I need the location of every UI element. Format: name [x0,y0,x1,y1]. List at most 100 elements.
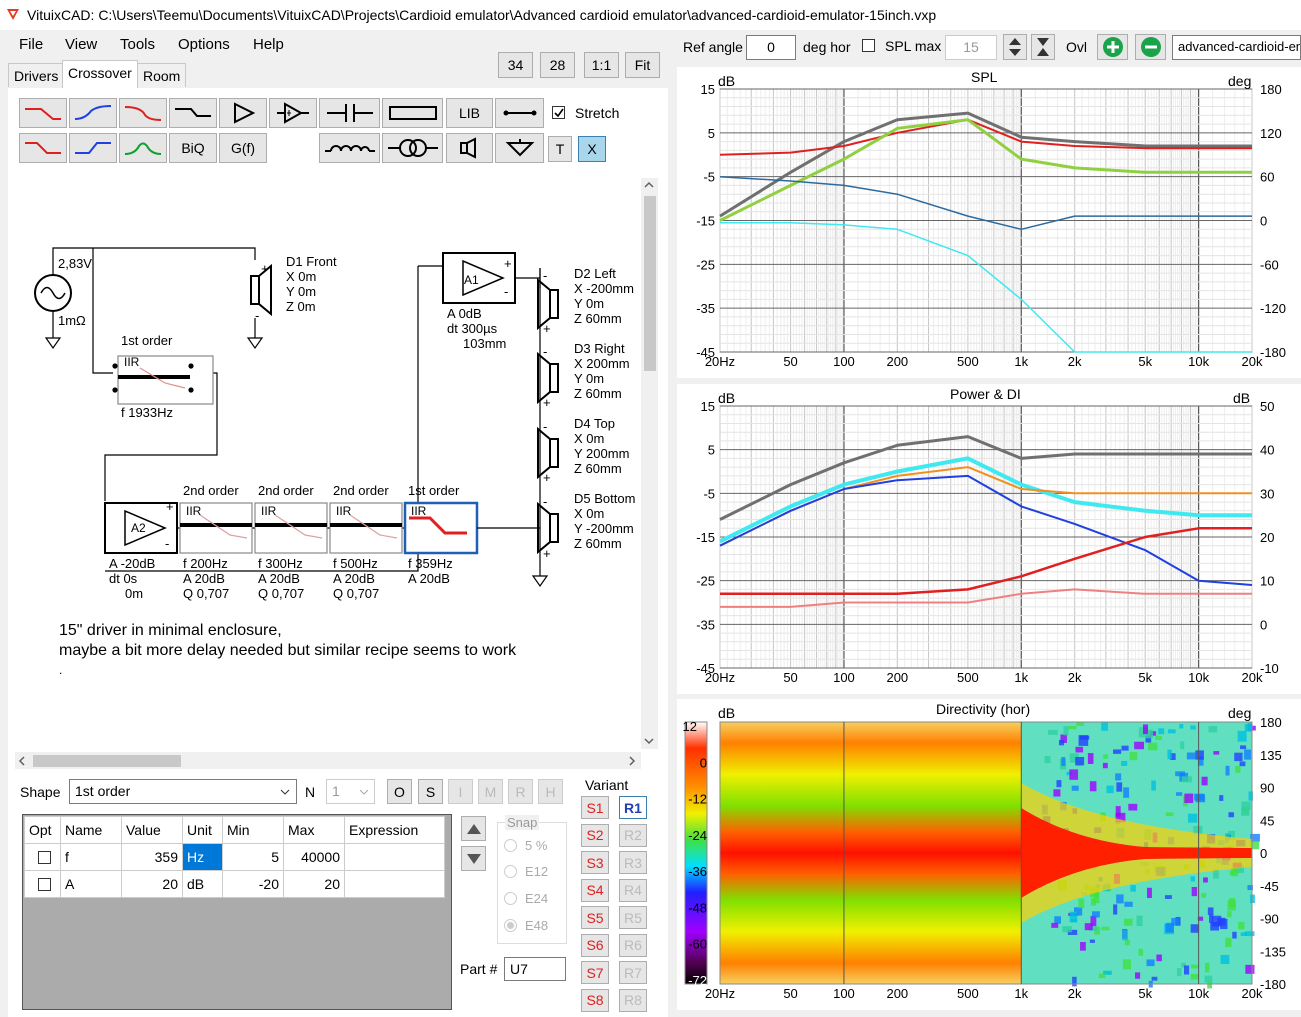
o-button[interactable]: O [387,779,412,804]
ref-angle-input[interactable]: 0 [746,35,796,60]
scroll-right-icon[interactable] [627,755,637,767]
menu-tools[interactable]: Tools [120,36,155,53]
bandpass-button[interactable] [119,133,167,163]
m-button[interactable]: M [478,779,503,804]
lowpass-step-button[interactable] [19,133,67,163]
opt-checkbox[interactable] [38,850,51,864]
variant-r3-button[interactable]: R3 [619,851,647,874]
opt-checkbox[interactable] [38,877,51,891]
param-unit[interactable]: dB [182,870,223,898]
amplifier-button[interactable] [269,98,317,128]
variant-s6-button[interactable]: S6 [581,933,609,957]
variant-r8-button[interactable]: R8 [619,988,647,1012]
wire-button[interactable] [495,98,544,128]
biquad-button[interactable]: BiQ [169,133,217,163]
opt-checkbox-cell[interactable] [24,843,61,871]
power-graph-panel[interactable]: 15 5 -5 -15 -25 -35 -45 50 40 30 20 10 0 -10 20Hz 50 100… [677,384,1301,694]
variant-r5-button[interactable]: R5 [619,906,647,929]
variant-s7-button[interactable]: S7 [581,961,609,984]
library-button[interactable]: LIB [446,98,493,128]
variant-s4-button[interactable]: S4 [581,878,609,902]
zoom-28-button[interactable]: 28 [540,52,575,78]
shelf-button[interactable] [169,98,217,128]
variant-r1-button[interactable]: R1 [619,796,647,819]
speaker-button[interactable] [446,133,493,163]
tab-crossover[interactable]: Crossover [62,60,138,88]
inductor-button[interactable] [319,133,380,163]
variant-r4-button[interactable]: R4 [619,878,647,902]
stretch-checkbox[interactable] [552,106,565,119]
shape-select[interactable]: 1st order [69,779,297,804]
overlay-file-input[interactable]: advanced-cardioid-em [1172,35,1301,60]
i-button[interactable]: I [448,779,473,804]
scroll-down-icon[interactable] [643,736,655,746]
table-row[interactable]: f 359 Hz 5 40000 [24,843,445,871]
move-up-button[interactable] [461,816,486,841]
param-min[interactable]: 5 [222,843,284,871]
snap-e48[interactable]: E48 [504,918,548,933]
text-button[interactable]: T [548,136,572,162]
d1-label[interactable]: D1 Front X 0m Y 0m Z 0m [286,254,337,314]
gf-button[interactable]: G(f) [219,133,267,163]
param-expression[interactable] [344,843,445,871]
collapse-button[interactable] [1031,34,1055,60]
variant-r2-button[interactable]: R2 [619,823,647,847]
vscroll-thumb[interactable] [644,196,656,371]
menu-help[interactable]: Help [253,36,284,53]
param-unit[interactable]: Hz [182,843,223,871]
r-button[interactable]: R [508,779,533,804]
spin-updown-button[interactable] [1003,34,1027,60]
buffer-button[interactable] [219,98,267,128]
spl-max-input[interactable]: 15 [945,35,997,60]
schematic-vscroll[interactable] [641,178,658,749]
variant-s3-button[interactable]: S3 [581,851,609,874]
param-value[interactable]: 359 [121,843,183,871]
spl-graph-panel[interactable]: 15 5 -5 -15 -25 -35 -45 180 120 60 0 -60 -120 -180 20H… [677,67,1301,378]
capacitor-button[interactable] [319,98,380,128]
spl-max-checkbox[interactable] [862,39,875,52]
variant-s8-button[interactable]: S8 [581,988,609,1012]
tab-drivers[interactable]: Drivers [8,63,65,87]
schematic-hscroll[interactable] [15,752,641,769]
zoom-34-button[interactable]: 34 [498,52,533,78]
h-button[interactable]: H [538,779,563,804]
scroll-left-icon[interactable] [17,755,27,767]
resistor-button[interactable] [382,98,443,128]
variant-r7-button[interactable]: R7 [619,961,647,984]
directivity-graph-panel[interactable]: 12 0 -12 -24 -36 -48 -60 -72 180 135 90 45 0 -45 -90 -1… [677,699,1301,1010]
remove-overlay-button[interactable] [1135,34,1166,60]
part-input[interactable]: U7 [504,957,566,981]
x-button[interactable]: X [578,136,606,162]
move-down-button[interactable] [461,846,486,871]
param-max[interactable]: 20 [283,870,345,898]
d3-label[interactable]: D3 Right X 200mm Y 0m Z 60mm [574,341,630,401]
menu-options[interactable]: Options [178,36,230,53]
opt-checkbox-cell[interactable] [24,870,61,898]
variant-s1-button[interactable]: S1 [581,796,609,819]
tab-room[interactable]: Room [137,63,187,87]
snap-e12[interactable]: E12 [504,864,548,879]
d4-label[interactable]: D4 Top X 0m Y 200mm Z 60mm [574,416,629,476]
variant-r6-button[interactable]: R6 [619,933,647,957]
d5-label[interactable]: D5 Bottom X 0m Y -200mm Z 60mm [574,491,635,551]
snap-e24[interactable]: E24 [504,891,548,906]
table-row[interactable]: A 20 dB -20 20 [24,870,445,898]
variant-s2-button[interactable]: S2 [581,823,609,847]
lowpass-curve-button[interactable] [119,98,167,128]
menu-view[interactable]: View [65,36,97,53]
schematic-canvas[interactable]: + - + - + - - + - + - + - + 2,83V 1mΩ D1 Front … [15,178,641,749]
zoom-fit-button[interactable]: Fit [625,52,660,78]
param-expression[interactable] [344,870,445,898]
param-min[interactable]: -20 [222,870,284,898]
param-max[interactable]: 40000 [283,843,345,871]
lowpass-red-button[interactable] [19,98,67,128]
variant-s5-button[interactable]: S5 [581,906,609,929]
snap-5pct[interactable]: 5 % [504,838,547,853]
add-overlay-button[interactable] [1097,34,1128,60]
param-value[interactable]: 20 [121,870,183,898]
menu-file[interactable]: File [19,36,43,53]
s-button[interactable]: S [418,779,443,804]
scroll-up-icon[interactable] [643,180,655,190]
zoom-1to1-button[interactable]: 1:1 [584,52,619,78]
highpass-blue-button[interactable] [69,98,117,128]
